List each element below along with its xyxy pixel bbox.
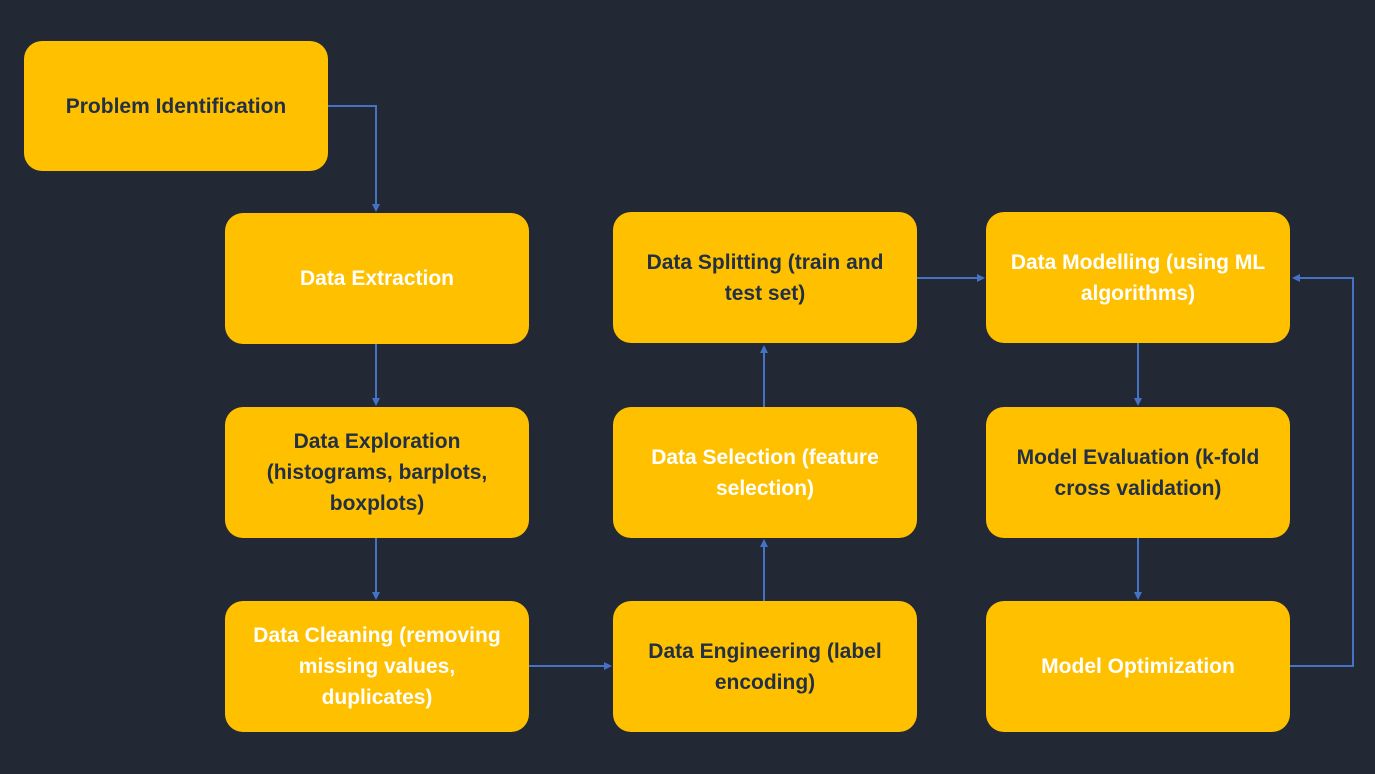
node-data-exploration-label: Data Exploration (histograms, barplots, …: [266, 430, 488, 515]
node-data-splitting-label: Data Splitting (train and test set): [646, 250, 884, 305]
node-data-extraction-label: Data Extraction: [299, 267, 455, 290]
node-data-engineering: Data Engineering (label encoding): [613, 601, 917, 732]
node-model-optimization-label: Model Optimization: [1041, 655, 1235, 678]
node-data-splitting: Data Splitting (train and test set): [613, 212, 917, 343]
arrow-optimization-to-modelling: [1289, 274, 1354, 667]
node-data-selection: Data Selection (feature selection): [613, 407, 917, 538]
node-data-engineering-label: Data Engineering (label encoding): [648, 639, 882, 694]
node-data-selection-label: Data Selection (feature selection): [651, 445, 879, 500]
arrow-problem-to-extraction: [328, 105, 380, 212]
node-model-evaluation: Model Evaluation (k-fold cross validatio…: [986, 407, 1290, 538]
node-model-optimization: Model Optimization: [986, 601, 1290, 732]
node-data-extraction: Data Extraction: [225, 213, 529, 344]
node-data-modelling: Data Modelling (using ML algorithms): [986, 212, 1290, 343]
node-model-evaluation-label: Model Evaluation (k-fold cross validatio…: [1016, 445, 1260, 500]
node-data-cleaning: Data Cleaning (removing missing values, …: [225, 601, 529, 732]
node-data-exploration: Data Exploration (histograms, barplots, …: [225, 407, 529, 538]
node-problem-identification: Problem Identification: [24, 41, 328, 171]
node-problem-identification-label: Problem Identification: [65, 94, 287, 118]
flowchart-canvas: Problem Identification Data Extraction D…: [0, 0, 1375, 774]
node-data-cleaning-label: Data Cleaning (removing missing values, …: [253, 624, 501, 709]
node-data-modelling-label: Data Modelling (using ML algorithms): [1010, 250, 1266, 305]
